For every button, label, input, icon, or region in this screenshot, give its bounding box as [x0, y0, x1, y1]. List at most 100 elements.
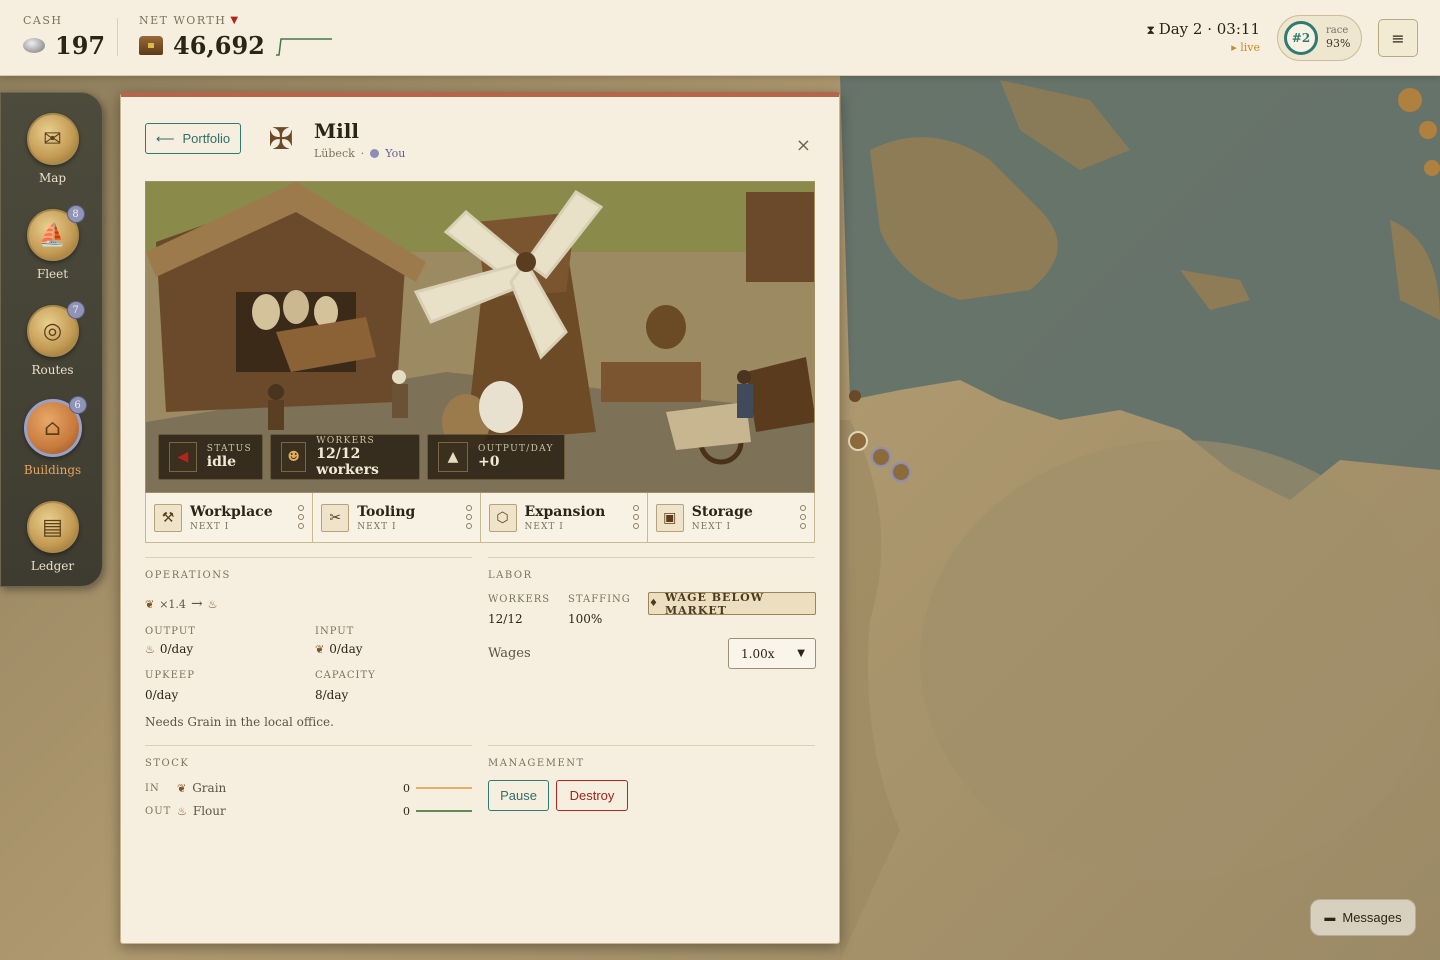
output-value: ♨ 0/day [145, 642, 193, 656]
storage-icon: ▣ [655, 503, 684, 532]
portfolio-back-button[interactable]: ⟵ Portfolio [145, 123, 241, 154]
owner-color-icon [370, 149, 380, 158]
messages-label: Messages [1342, 910, 1402, 925]
fleet-badge: 8 [66, 205, 85, 223]
city-name[interactable]: Lübeck [314, 147, 355, 160]
labor-workers-value: 12/12 [488, 612, 523, 626]
workers-chip-value: 12/12 workers [316, 446, 379, 478]
hourglass-icon: ⧗ [1146, 23, 1159, 37]
capacity-label: CAPACITY [315, 670, 376, 681]
topbar-divider [117, 18, 118, 56]
networth-sparkline [275, 37, 332, 56]
networth-value: 46,692 [173, 31, 265, 60]
building-panel: ⟵ Portfolio ✠ Mill Lübeck · You × ◀ STAT… [120, 92, 840, 944]
stock-direction: IN [145, 782, 160, 794]
race-percent: 93% [1326, 37, 1351, 50]
upgrade-storage[interactable]: ▣ Storage NEXT I [648, 493, 814, 542]
upgrade-workplace[interactable]: ⚒ Workplace NEXT I [146, 493, 314, 542]
upgrade-name: Tooling [357, 503, 416, 520]
flour-icon: ♨ [207, 597, 218, 611]
upgrade-level-dots [800, 505, 806, 529]
stock-good-name: Grain [192, 781, 227, 795]
upgrade-next: NEXT I [357, 521, 397, 532]
tools-icon: ✂ [321, 503, 350, 532]
operations-note: Needs Grain in the local office. [145, 715, 334, 729]
building-icon: ⌂ [44, 415, 61, 441]
game-clock: ⧗ Day 2 · 03:11 ▸ live [1146, 20, 1260, 54]
labor-divider [488, 557, 815, 558]
upgrade-name: Expansion [524, 503, 606, 520]
wage-multiplier-select[interactable]: 1.00x ▼ [728, 638, 816, 669]
stock-quantity: 0 [403, 781, 410, 795]
stock-quantity: 0 [403, 804, 410, 818]
output-amount: 0/day [159, 642, 194, 656]
routes-badge: 7 [66, 301, 85, 319]
messages-button[interactable]: ▬ Messages [1310, 899, 1416, 936]
pause-button[interactable]: Pause [488, 780, 549, 811]
labor-title: LABOR [488, 570, 533, 581]
wage-warning-badge: ♦ WAGE BELOW MARKET [648, 591, 816, 617]
staffing-value: 100% [568, 612, 603, 626]
coin-icon [23, 38, 45, 53]
building-illustration: ◀ STATUS idle ☻ WORKERS 12/12 workers ▲ … [145, 181, 815, 493]
output-chip-value: +0 [478, 454, 500, 470]
top-bar: CASH 197 NET WORTH ▼ 46,692 ⧗ Day 2 · 03… [0, 0, 1440, 76]
cash-value: 197 [55, 31, 106, 60]
workers-chip: ☻ WORKERS 12/12 workers [270, 434, 420, 480]
rank-ring: #2 [1284, 21, 1318, 55]
upgrade-next: NEXT I [190, 521, 230, 532]
status-chip: ◀ STATUS idle [158, 434, 263, 480]
race-rank[interactable]: #2 race 93% [1277, 15, 1362, 61]
stock-trend-line [416, 787, 472, 789]
stock-trend-line [416, 810, 472, 812]
stock-good-name: Flour [192, 804, 226, 818]
output-label: OUTPUT [145, 626, 196, 637]
subtitle-separator: · [360, 147, 365, 160]
stock-title: STOCK [145, 758, 190, 769]
networth-stat[interactable]: NET WORTH ▼ 46,692 [139, 14, 333, 60]
worker-icon: ☻ [281, 442, 307, 472]
upgrade-level-dots [632, 505, 639, 529]
close-panel-button[interactable]: × [796, 135, 811, 156]
upgrade-name: Workplace [190, 503, 273, 520]
dock-item-fleet[interactable]: ⛵ 8 Fleet [1, 205, 104, 281]
trend-down-icon: ▼ [230, 15, 240, 26]
upkeep-label: UPKEEP [145, 670, 195, 681]
map-scroll-icon: ✉ [43, 126, 62, 152]
buildings-badge: 6 [68, 396, 87, 414]
dock-label-fleet: Fleet [36, 267, 69, 281]
dock-item-map[interactable]: ✉ Map [1, 113, 104, 185]
portfolio-label: Portfolio [182, 131, 231, 146]
cash-label: CASH [23, 14, 63, 27]
chevron-down-icon: ▼ [797, 648, 805, 659]
grain-icon: ❦ [315, 642, 325, 656]
coin-bag-icon: ♦ [649, 598, 659, 609]
race-label: race [1326, 24, 1349, 36]
upgrade-level-dots [465, 505, 472, 529]
owner-name: You [385, 147, 406, 160]
expand-icon: ⬡ [488, 503, 517, 532]
capacity-value: 8/day [315, 688, 349, 702]
day-time: Day 2 · 03:11 [1158, 20, 1260, 38]
flour-icon: ♨ [177, 804, 187, 818]
upgrade-expansion[interactable]: ⬡ Expansion NEXT I [481, 493, 648, 542]
building-subtitle: Lübeck · You [314, 147, 405, 160]
dock-item-buildings[interactable]: ⌂ 6 Buildings [1, 396, 104, 477]
dock-label-ledger: Ledger [30, 559, 75, 573]
dock-item-routes[interactable]: ◎ 7 Routes [1, 301, 104, 377]
recipe-arrow: → [190, 596, 203, 612]
rope-icon: ◎ [42, 318, 63, 344]
menu-button[interactable]: ≡ [1378, 19, 1418, 57]
output-chip: ▲ OUTPUT/DAY +0 [427, 434, 565, 480]
upgrades-row: ⚒ Workplace NEXT I ✂ Tooling NEXT I ⬡ Ex… [145, 493, 815, 543]
dock-item-ledger[interactable]: ▤ Ledger [1, 501, 104, 573]
windmill-icon: ✠ [268, 121, 294, 157]
operations-title: OPERATIONS [145, 570, 231, 581]
flour-sack-icon: ▲ [438, 442, 468, 472]
building-title: Mill [314, 119, 359, 143]
upgrade-tooling[interactable]: ✂ Tooling NEXT I [313, 493, 481, 542]
dock-label-buildings: Buildings [23, 463, 82, 477]
upgrade-name: Storage [691, 503, 753, 520]
destroy-button[interactable]: Destroy [556, 780, 628, 811]
flour-icon: ♨ [145, 642, 155, 656]
